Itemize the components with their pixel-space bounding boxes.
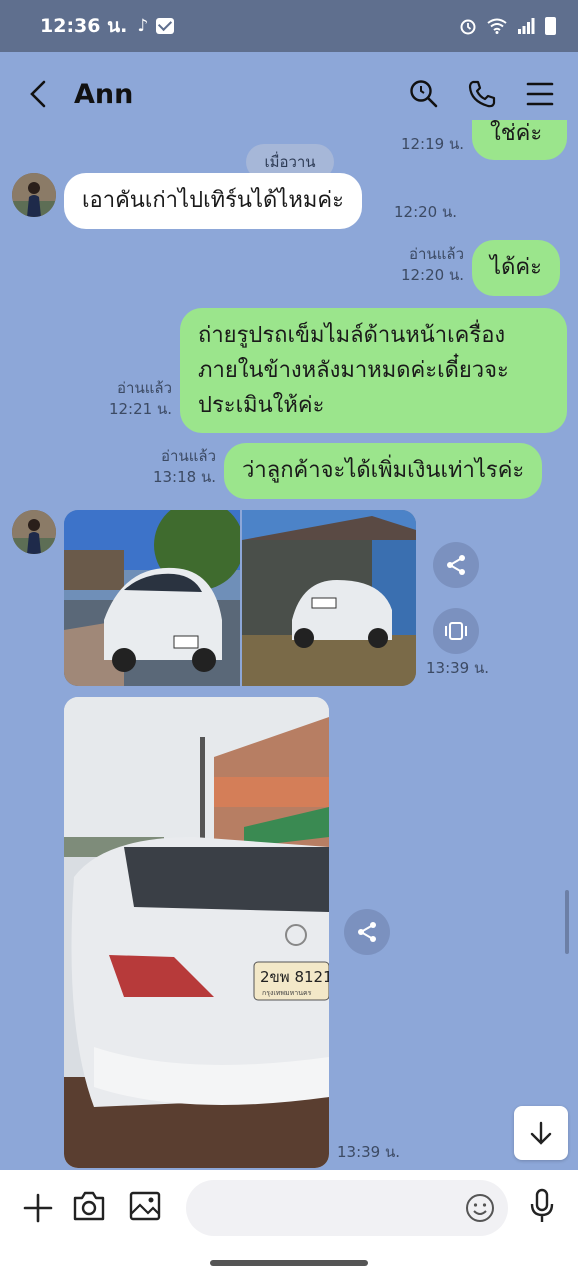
status-time: 12:36 น. xyxy=(40,15,128,37)
message-time: 12:19 น. xyxy=(400,135,464,153)
back-icon[interactable] xyxy=(22,78,54,110)
message-bubble-incoming[interactable]: เอาคันเก่าไปเทิร์นได้ไหมค่ะ xyxy=(64,173,362,229)
message-text: ได้ค่ะ xyxy=(490,255,542,280)
album-icon xyxy=(445,622,467,640)
message-line: ภายในข้างหลังมาหมดค่ะเดี๋ยวจะ xyxy=(198,358,509,383)
tiktok-icon: ♪ xyxy=(137,16,149,36)
avatar[interactable] xyxy=(12,173,56,217)
scroll-to-bottom-button[interactable] xyxy=(514,1106,568,1160)
camera-icon[interactable] xyxy=(72,1190,106,1226)
status-bar: 12:36 น. ♪ xyxy=(0,0,578,52)
share-icon xyxy=(358,922,376,942)
plus-icon[interactable] xyxy=(22,1192,54,1228)
mail-icon xyxy=(156,18,175,34)
input-bar xyxy=(0,1170,578,1280)
emoji-icon[interactable] xyxy=(464,1192,496,1228)
photo-thumbnail[interactable] xyxy=(64,510,240,686)
message-bubble-outgoing[interactable]: ว่าลูกค้าจะได้เพิ่มเงินเท่าไรค่ะ xyxy=(224,443,543,499)
message-text: เอาคันเก่าไปเทิร์นได้ไหมค่ะ xyxy=(82,188,344,213)
photo-thumbnail[interactable] xyxy=(242,510,416,686)
share-button[interactable] xyxy=(344,909,390,955)
status-icons xyxy=(459,17,556,35)
phone-icon[interactable] xyxy=(466,78,498,110)
navigation-handle[interactable] xyxy=(210,1260,368,1266)
message-bubble-outgoing[interactable]: ได้ค่ะ xyxy=(472,240,560,296)
photo-large[interactable]: 2ขพ 8121 กรุงเทพมหานคร xyxy=(64,697,329,1168)
message-read-status: อ่านแล้ว 12:20 น. xyxy=(400,245,464,284)
chat-title: Ann xyxy=(74,78,134,110)
album-button[interactable] xyxy=(433,608,479,654)
message-time: 13:39 น. xyxy=(337,1143,401,1161)
message-line: ประเมินให้ค่ะ xyxy=(198,393,325,418)
signal-icon xyxy=(518,18,535,34)
message-list[interactable]: ใช่ค่ะ 12:19 น. เมื่อวาน เอาคันเก่าไปเทิ… xyxy=(0,120,578,1170)
message-bubble-outgoing[interactable]: ถ่ายรูปรถเข็มไมล์ด้านหน้าเครื่อง ภายในข้… xyxy=(180,308,567,433)
message-time: 12:20 น. xyxy=(394,203,458,221)
microphone-icon[interactable] xyxy=(528,1188,556,1228)
menu-icon[interactable] xyxy=(524,78,556,110)
message-read-status: อ่านแล้ว 13:18 น. xyxy=(152,447,216,486)
battery-icon xyxy=(545,17,556,35)
message-text: ใช่ค่ะ xyxy=(490,121,543,146)
message-bubble-outgoing[interactable]: ใช่ค่ะ xyxy=(472,120,567,160)
license-plate-text: 2ขพ 8121 xyxy=(260,968,329,986)
image-icon[interactable] xyxy=(128,1190,162,1226)
share-icon xyxy=(447,555,465,575)
message-input[interactable] xyxy=(186,1180,508,1236)
arrow-down-icon xyxy=(530,1121,552,1145)
message-line: ถ่ายรูปรถเข็มไมล์ด้านหน้าเครื่อง xyxy=(198,323,506,348)
message-text: ว่าลูกค้าจะได้เพิ่มเงินเท่าไรค่ะ xyxy=(242,458,525,483)
search-icon[interactable] xyxy=(408,78,440,110)
license-plate-province: กรุงเทพมหานคร xyxy=(262,989,312,997)
share-button[interactable] xyxy=(433,542,479,588)
scrollbar[interactable] xyxy=(565,890,569,954)
avatar[interactable] xyxy=(12,510,56,554)
message-time: 13:39 น. xyxy=(426,659,490,677)
alarm-icon xyxy=(460,19,476,35)
message-read-status: อ่านแล้ว 12:21 น. xyxy=(108,379,172,418)
wifi-icon xyxy=(487,18,507,34)
